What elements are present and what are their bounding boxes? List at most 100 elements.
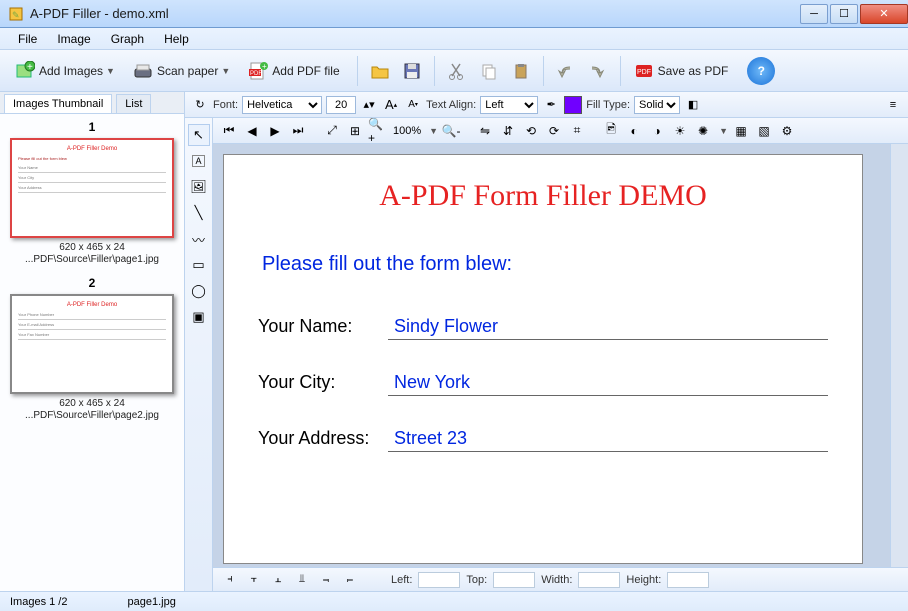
separator [434,56,435,86]
thumb-path: ...PDF\Source\Filler\page2.jpg [6,410,178,422]
fill-select[interactable]: Solid [634,96,680,114]
align-right-icon[interactable]: ⫠ [269,571,287,589]
thumb-path: ...PDF\Source\Filler\page1.jpg [6,254,178,266]
zoom-in-icon[interactable]: 🔍+ [368,121,388,141]
text-tool[interactable]: A [188,150,210,172]
tab-thumbnail[interactable]: Images Thumbnail [4,94,112,113]
rotate-left-icon[interactable]: ⟲ [521,121,541,141]
height-input[interactable] [667,572,709,588]
save-as-pdf-button[interactable]: PDF Save as PDF [627,56,736,86]
align-select[interactable]: Left [480,96,538,114]
rotate-right-icon[interactable]: ⟳ [544,121,564,141]
scan-paper-button[interactable]: Scan paper ▼ [126,56,237,86]
zoom-out-icon[interactable]: 🔍- [441,121,461,141]
settings-icon[interactable]: ⚙ [777,121,797,141]
cut-button[interactable] [443,57,471,85]
image-tool[interactable]: 🖼 [188,176,210,198]
pencil-tool[interactable]: 〰 [188,228,210,250]
copy-button[interactable] [475,57,503,85]
thumb-dim: 620 x 465 x 24 [6,242,178,254]
add-images-label: Add Images [39,64,103,78]
paste-button[interactable] [507,57,535,85]
window-title: A-PDF Filler - demo.xml [30,6,798,21]
field-value[interactable]: Sindy Flower [388,316,828,340]
color-swatch[interactable] [564,96,582,114]
size-stepper-icon[interactable]: ▴▾ [360,96,378,114]
font-size-input[interactable] [326,96,356,114]
ellipse-tool[interactable]: ◯ [188,280,210,302]
effect1-icon[interactable]: 🖻 [601,121,621,141]
align-bottom-icon[interactable]: ⫭ [341,571,359,589]
separator [357,56,358,86]
fit-page-icon[interactable]: ⊞ [345,121,365,141]
minimize-button[interactable]: ─ [800,4,828,24]
brightness-down-icon[interactable]: ✺ [693,121,713,141]
add-pdf-button[interactable]: PDF+ Add PDF file [241,56,346,86]
font-smaller-icon[interactable]: A▾ [404,96,422,114]
fill-color-icon[interactable]: ◧ [684,96,702,114]
maximize-button[interactable]: ☐ [830,4,858,24]
edit-row: ↖ A 🖼 ╲ 〰 ▭ ◯ ▣ ⏮ ◀ ▶ ⏭ ⤢ ⊞ � [185,118,908,591]
menu-file[interactable]: File [8,29,47,49]
flip-v-icon[interactable]: ⇵ [498,121,518,141]
nav-last-icon[interactable]: ⏭ [288,121,308,141]
font-label: Font: [213,99,238,111]
menu-help[interactable]: Help [154,29,199,49]
crop-icon[interactable]: ⌗ [567,121,587,141]
align-label: Text Align: [426,99,476,111]
tab-list[interactable]: List [116,94,151,113]
thumbnail-1[interactable]: 1 A-PDF Filler Demo Please fill out the … [6,120,178,266]
nav-first-icon[interactable]: ⏮ [219,121,239,141]
add-images-button[interactable]: + Add Images ▼ [8,56,122,86]
font-larger-icon[interactable]: A▴ [382,96,400,114]
open-button[interactable] [366,57,394,85]
flip-h-icon[interactable]: ⇋ [475,121,495,141]
align-left-icon[interactable]: ⫞ [221,571,239,589]
stamp-tool[interactable]: ▣ [188,306,210,328]
nav-prev-icon[interactable]: ◀ [242,121,262,141]
align-middle-icon[interactable]: ⫬ [317,571,335,589]
pen-icon[interactable]: ✒ [542,96,560,114]
field-label: Your Address: [258,428,388,449]
field-value[interactable]: Street 23 [388,428,828,452]
fill-label: Fill Type: [586,99,630,111]
zoom-dropdown-icon[interactable]: ▼ [429,126,438,136]
pointer-tool[interactable]: ↖ [188,124,210,146]
vertical-scrollbar[interactable] [890,144,908,567]
align-top-icon[interactable]: ⫫ [293,571,311,589]
effects-dropdown-icon[interactable]: ▼ [719,126,728,136]
save-button[interactable] [398,57,426,85]
font-select[interactable]: Helvetica [242,96,322,114]
line-tool[interactable]: ╲ [188,202,210,224]
field-label: Your Name: [258,316,388,337]
close-button[interactable]: ✕ [860,4,908,24]
help-button[interactable]: ? [747,57,775,85]
nav-next-icon[interactable]: ▶ [265,121,285,141]
fit-width-icon[interactable]: ⤢ [322,121,342,141]
canvas[interactable]: A-PDF Form Filler DEMO Please fill out t… [213,144,890,567]
align-center-icon[interactable]: ⫟ [245,571,263,589]
thumbnail-2[interactable]: 2 A-PDF Filler Demo Your Phone Number Yo… [6,276,178,422]
left-label: Left: [391,574,412,586]
brightness-up-icon[interactable]: ☀ [670,121,690,141]
menu-image[interactable]: Image [47,29,100,49]
tool-palette: ↖ A 🖼 ╲ 〰 ▭ ◯ ▣ [185,118,213,591]
contrast2-icon[interactable]: ◑ [647,121,667,141]
line-style-icon[interactable]: ≡ [884,96,902,114]
menu-graph[interactable]: Graph [101,29,154,49]
undo-button[interactable] [552,57,580,85]
scanner-icon [133,61,153,81]
color-icon[interactable]: ▧ [754,121,774,141]
refresh-icon[interactable]: ↻ [191,96,209,114]
svg-text:+: + [262,62,267,71]
redo-button[interactable] [584,57,612,85]
field-label: Your City: [258,372,388,393]
width-input[interactable] [578,572,620,588]
gray-icon[interactable]: ▦ [731,121,751,141]
top-input[interactable] [493,572,535,588]
rectangle-tool[interactable]: ▭ [188,254,210,276]
contrast-icon[interactable]: ◐ [624,121,644,141]
left-input[interactable] [418,572,460,588]
field-value[interactable]: New York [388,372,828,396]
thumbnails-panel: 1 A-PDF Filler Demo Please fill out the … [0,114,184,591]
